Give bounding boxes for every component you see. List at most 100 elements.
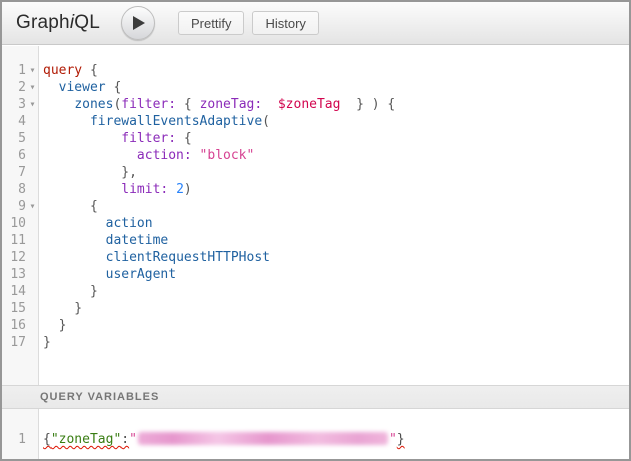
- code-text[interactable]: zones(filter: { zoneTag: $zoneTag } ) {: [39, 96, 395, 113]
- code-line[interactable]: 5 filter: {: [2, 130, 629, 147]
- token-punc: {: [176, 97, 199, 112]
- execute-button[interactable]: [121, 6, 155, 40]
- code-line[interactable]: 1▾query {: [2, 62, 629, 79]
- line-gutter: 13: [2, 266, 39, 283]
- token-punc: [192, 148, 200, 163]
- line-gutter: 8: [2, 181, 39, 198]
- code-line[interactable]: 6 action: "block": [2, 147, 629, 164]
- variables-editor[interactable]: 1{"zoneTag":""}: [2, 409, 629, 459]
- line-gutter: 4: [2, 113, 39, 130]
- fold-spacer: [26, 147, 39, 164]
- code-text[interactable]: }: [39, 283, 98, 300]
- code-text[interactable]: action: [39, 215, 153, 232]
- history-button[interactable]: History: [252, 11, 318, 35]
- code-text[interactable]: {: [39, 198, 98, 215]
- token-punc: [262, 97, 278, 112]
- line-gutter: 1▾: [2, 62, 39, 79]
- line-number: 6: [2, 147, 26, 164]
- token-punc: [168, 182, 176, 197]
- code-text[interactable]: datetime: [39, 232, 168, 249]
- code-line[interactable]: 7 },: [2, 164, 629, 181]
- fold-spacer: [26, 232, 39, 249]
- token-field: viewer: [59, 80, 106, 95]
- code-text[interactable]: firewallEventsAdaptive(: [39, 113, 270, 130]
- line-number: 17: [2, 334, 26, 351]
- code-text[interactable]: }: [39, 334, 51, 351]
- graphiql-app: GraphiQL Prettify History 1▾query {2▾ vi…: [0, 0, 631, 461]
- fold-arrow-icon[interactable]: ▾: [26, 198, 39, 215]
- code-line[interactable]: 14 }: [2, 283, 629, 300]
- code-text[interactable]: filter: {: [39, 130, 192, 147]
- code-text[interactable]: limit: 2): [39, 181, 192, 198]
- line-gutter: 14: [2, 283, 39, 300]
- fold-arrow-icon[interactable]: ▾: [26, 79, 39, 96]
- code-text[interactable]: }: [39, 317, 66, 334]
- token-field: zones: [74, 97, 113, 112]
- token-num: 2: [176, 182, 184, 197]
- line-gutter: 10: [2, 215, 39, 232]
- line-number: 2: [2, 79, 26, 96]
- code-text[interactable]: viewer {: [39, 79, 121, 96]
- line-number: 5: [2, 130, 26, 147]
- token-vstring: ": [129, 432, 137, 447]
- code-line[interactable]: 4 firewallEventsAdaptive(: [2, 113, 629, 130]
- fold-arrow-icon[interactable]: ▾: [26, 62, 39, 79]
- fold-spacer: [26, 130, 39, 147]
- code-line[interactable]: 1{"zoneTag":""}: [2, 431, 629, 448]
- token-punc: [43, 148, 137, 163]
- line-gutter: 12: [2, 249, 39, 266]
- code-text[interactable]: },: [39, 164, 137, 181]
- code-line[interactable]: 11 datetime: [2, 232, 629, 249]
- code-text[interactable]: userAgent: [39, 266, 176, 283]
- play-icon: [133, 16, 145, 30]
- logo-text-suffix: QL: [74, 12, 100, 33]
- line-number: 8: [2, 181, 26, 198]
- code-line[interactable]: 2▾ viewer {: [2, 79, 629, 96]
- line-gutter: 9▾: [2, 198, 39, 215]
- token-field: clientRequestHTTPHost: [106, 250, 270, 265]
- line-number: 14: [2, 283, 26, 300]
- query-editor[interactable]: 1▾query {2▾ viewer {3▾ zones(filter: { z…: [2, 46, 629, 385]
- code-line[interactable]: 3▾ zones(filter: { zoneTag: $zoneTag } )…: [2, 96, 629, 113]
- token-punc: [43, 267, 106, 282]
- code-line[interactable]: 10 action: [2, 215, 629, 232]
- fold-spacer: [26, 300, 39, 317]
- code-text[interactable]: clientRequestHTTPHost: [39, 249, 270, 266]
- line-number: 12: [2, 249, 26, 266]
- fold-arrow-icon[interactable]: ▾: [26, 96, 39, 113]
- code-text[interactable]: query {: [39, 62, 98, 79]
- token-attr: action:: [137, 148, 192, 163]
- logo-text: Graph: [16, 12, 70, 33]
- query-editor-lines[interactable]: 1▾query {2▾ viewer {3▾ zones(filter: { z…: [2, 46, 629, 351]
- code-line[interactable]: 16 }: [2, 317, 629, 334]
- code-text[interactable]: }: [39, 300, 82, 317]
- variables-editor-lines[interactable]: 1{"zoneTag":""}: [2, 409, 629, 448]
- token-vpunc: {: [43, 432, 51, 447]
- token-punc: [43, 216, 106, 231]
- code-line[interactable]: 13 userAgent: [2, 266, 629, 283]
- code-line[interactable]: 17}: [2, 334, 629, 351]
- token-attr: limit:: [121, 182, 168, 197]
- code-line[interactable]: 15 }: [2, 300, 629, 317]
- fold-spacer: [26, 334, 39, 351]
- code-text[interactable]: action: "block": [39, 147, 254, 164]
- token-punc: [43, 250, 106, 265]
- line-number: 10: [2, 215, 26, 232]
- token-punc: [43, 233, 106, 248]
- line-gutter: 15: [2, 300, 39, 317]
- code-line[interactable]: 8 limit: 2): [2, 181, 629, 198]
- token-punc: }: [43, 318, 66, 333]
- code-line[interactable]: 9▾ {: [2, 198, 629, 215]
- variables-title-bar[interactable]: QUERY VARIABLES: [2, 385, 629, 409]
- line-gutter: 6: [2, 147, 39, 164]
- prettify-button[interactable]: Prettify: [178, 11, 244, 35]
- token-punc: {: [106, 80, 122, 95]
- fold-spacer: [26, 266, 39, 283]
- token-punc: [43, 131, 121, 146]
- token-punc: ): [184, 182, 192, 197]
- code-text[interactable]: {"zoneTag":""}: [39, 431, 405, 448]
- token-punc: {: [176, 131, 192, 146]
- token-vkey: "zoneTag": [51, 432, 121, 447]
- line-number: 16: [2, 317, 26, 334]
- code-line[interactable]: 12 clientRequestHTTPHost: [2, 249, 629, 266]
